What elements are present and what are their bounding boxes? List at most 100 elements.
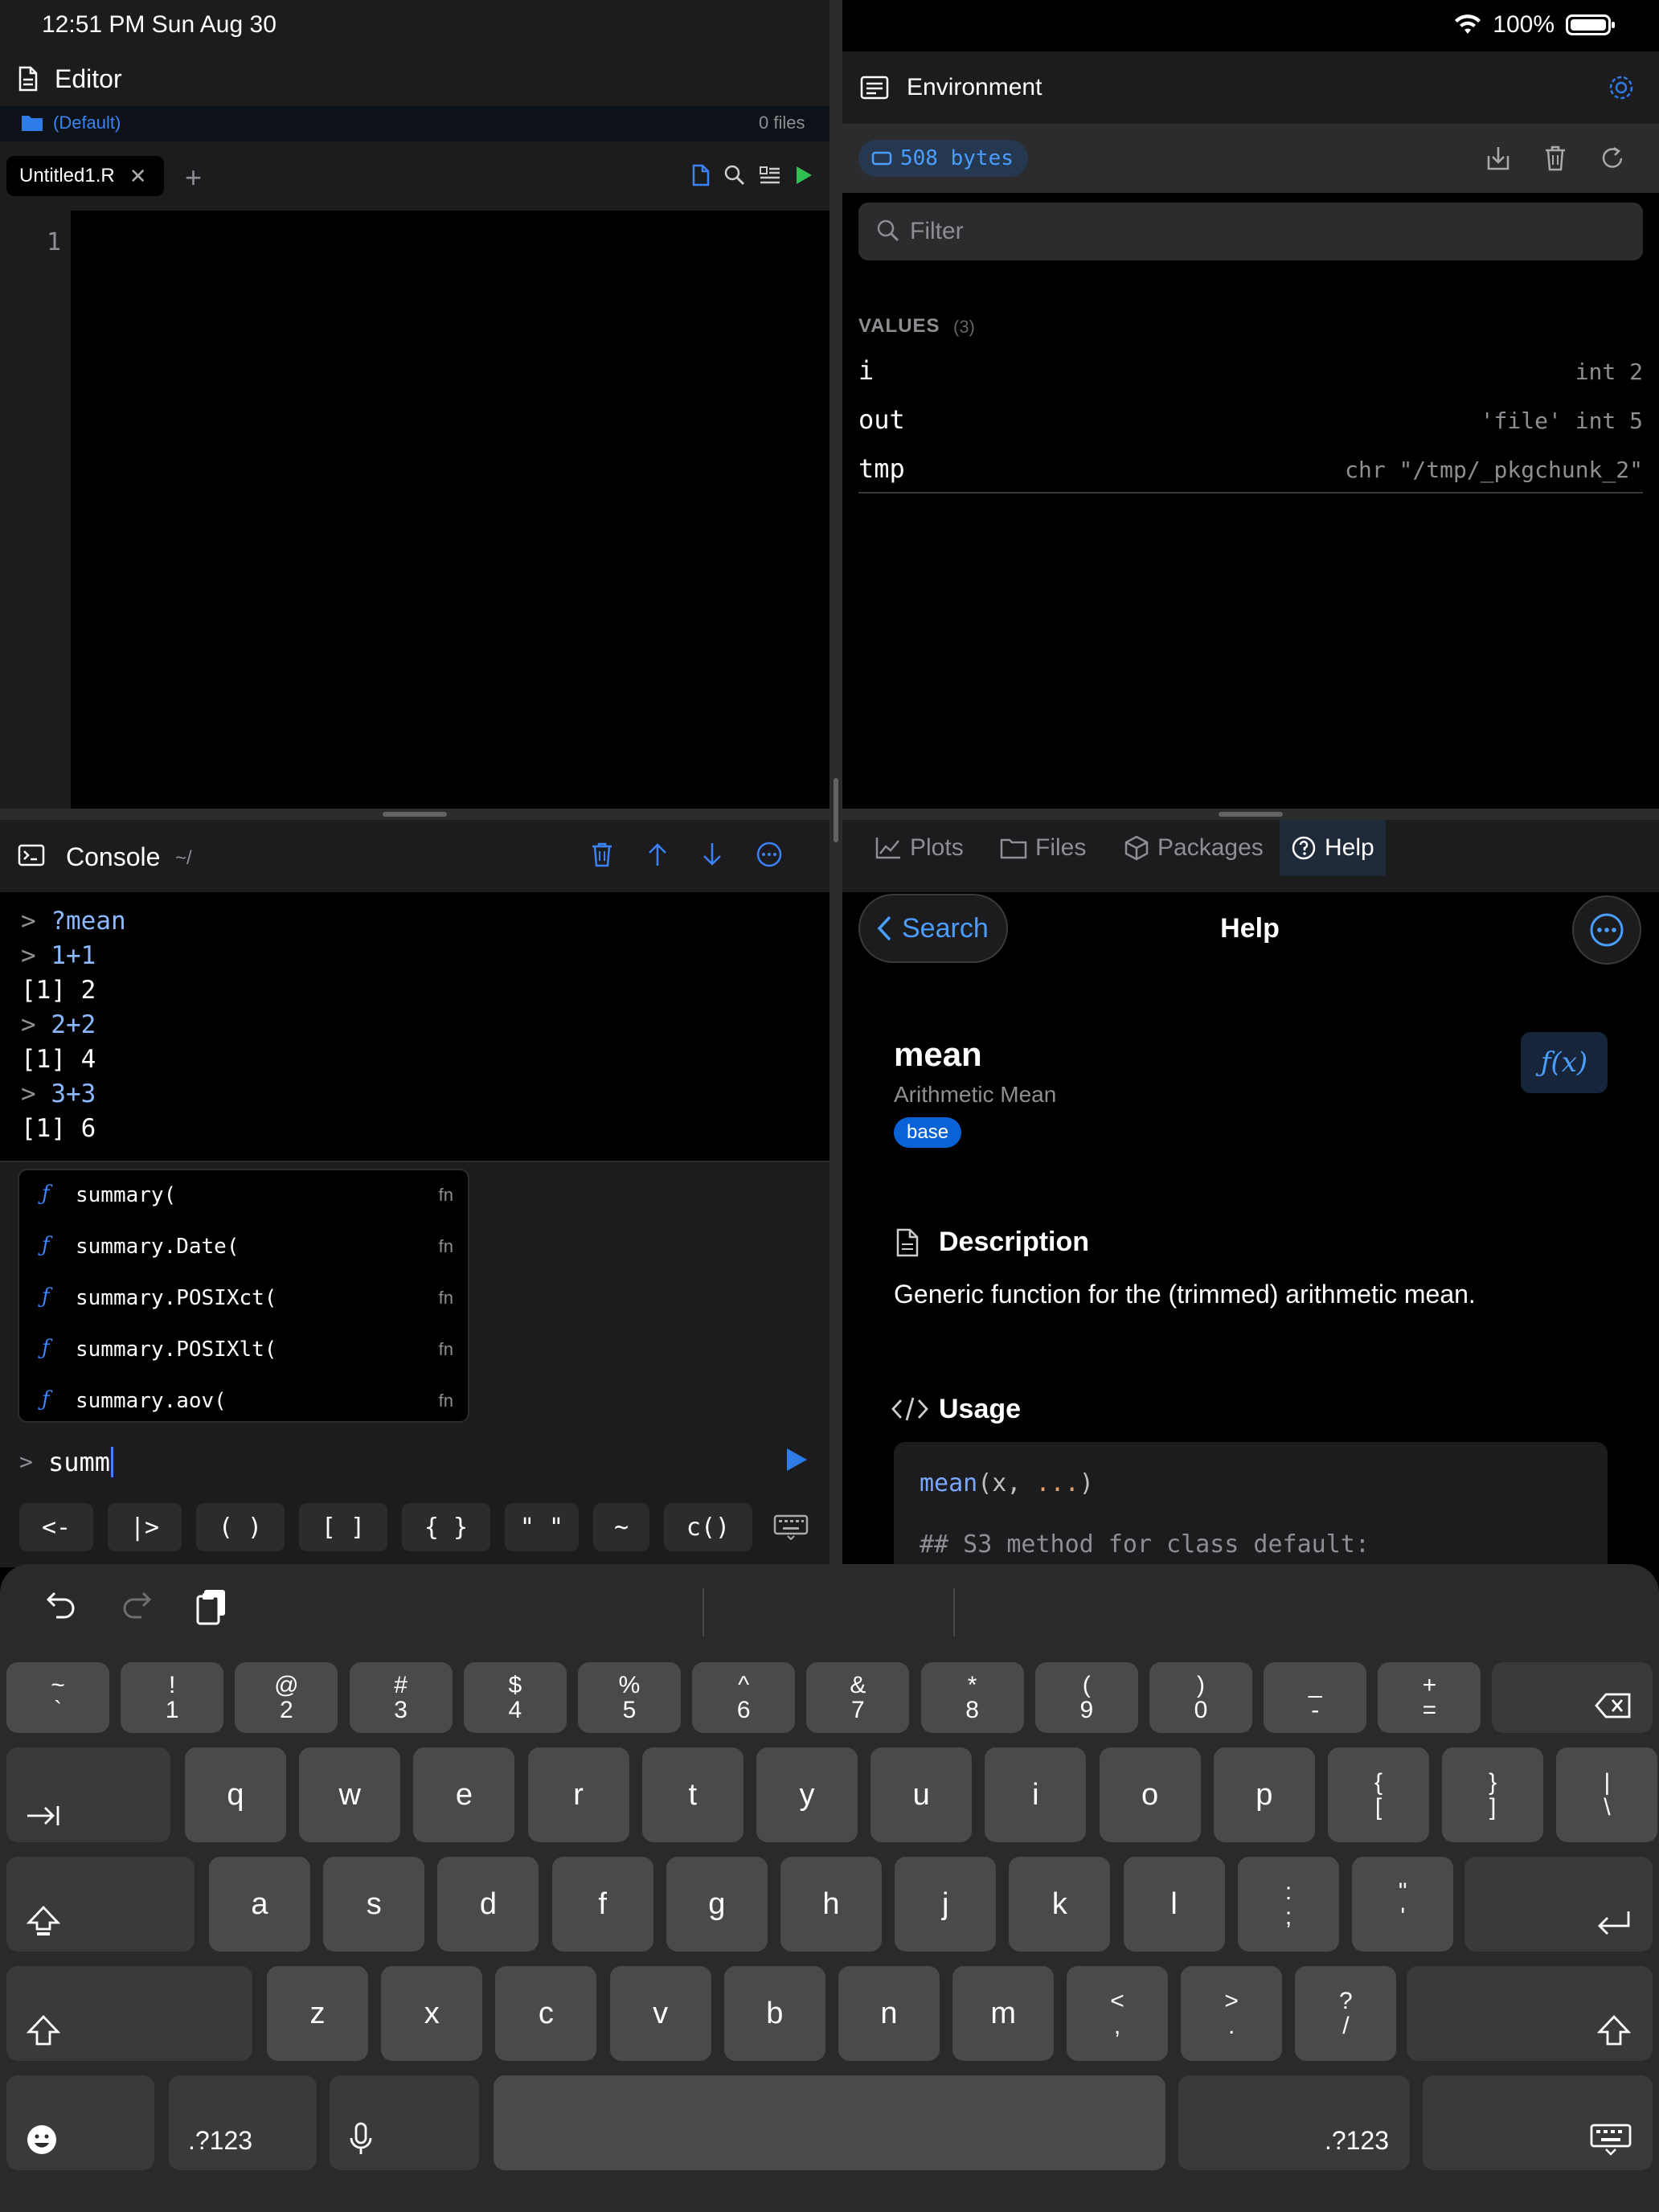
key-g[interactable]: g [666,1857,768,1952]
key-\[interactable]: | \ [1556,1747,1658,1842]
key-5[interactable]: % 5 [578,1662,681,1733]
shift-key-right[interactable] [1407,1966,1653,2061]
code-editor[interactable] [0,211,830,809]
key-t[interactable]: t [641,1747,743,1842]
numbers-key-left[interactable]: .?123 [169,2075,317,2170]
autocomplete-item[interactable]: ƒ summary.POSIXct(fn [19,1273,468,1325]
key-6[interactable]: ^ 6 [692,1662,796,1733]
arrow-up-icon[interactable] [646,842,669,867]
key-i[interactable]: i [985,1747,1087,1842]
snippet-quotes[interactable]: " " [505,1503,579,1551]
key-7[interactable]: & 7 [806,1662,910,1733]
key-w[interactable]: w [299,1747,401,1842]
undo-icon[interactable] [45,1590,77,1619]
key-x[interactable]: x [381,1966,483,2061]
key--[interactable]: _ - [1264,1662,1367,1733]
key-`[interactable]: ~ ` [6,1662,109,1733]
right-splitter-handle[interactable] [1219,812,1283,817]
caps-lock-key[interactable] [6,1857,195,1952]
close-icon[interactable]: ✕ [129,164,147,189]
key-p[interactable]: p [1213,1747,1315,1842]
run-icon[interactable] [784,1447,809,1473]
snippet-c[interactable]: c() [664,1503,752,1551]
key-punct[interactable]: >. [1181,1966,1283,2061]
tab-packages[interactable]: Packages [1112,820,1275,876]
trash-icon[interactable] [590,842,614,867]
key-3[interactable]: #3 [349,1662,453,1733]
key-punct[interactable]: :; [1238,1857,1339,1952]
env-row[interactable]: tmp chr "/tmp/_pkgchunk_2" [858,445,1643,495]
key-s[interactable]: s [323,1857,425,1952]
autocomplete-item[interactable]: ƒ summary(fn [19,1170,468,1222]
tab-help[interactable]: Help [1280,820,1386,876]
key-k[interactable]: k [1009,1857,1111,1952]
key-[[interactable]: {[ [1328,1747,1429,1842]
snippet-parens[interactable]: ( ) [196,1503,285,1551]
refresh-icon[interactable] [1600,145,1625,172]
dictation-key[interactable] [330,2075,479,2170]
key-=[interactable]: + = [1378,1662,1481,1733]
format-icon[interactable] [759,164,781,186]
snippet-brackets[interactable]: [ ] [299,1503,387,1551]
key-j[interactable]: j [895,1857,997,1952]
key-0[interactable]: ) 0 [1149,1662,1252,1733]
snippet-tilde[interactable]: ~ [593,1503,649,1551]
key-h[interactable]: h [780,1857,882,1952]
emoji-key[interactable] [6,2075,154,2170]
env-row[interactable]: i int 2 [858,347,1643,397]
key-f[interactable]: f [551,1857,653,1952]
tab-plots[interactable]: Plots [863,820,975,876]
new-file-icon[interactable] [691,164,711,186]
back-button[interactable]: Search [858,894,1008,963]
key-z[interactable]: z [267,1966,368,2061]
key-8[interactable]: * 8 [920,1662,1024,1733]
add-tab-button[interactable]: + [185,161,202,195]
key-n[interactable]: n [838,1966,940,2061]
left-splitter-handle[interactable] [383,812,447,817]
gear-icon[interactable] [1608,74,1635,101]
run-icon[interactable] [794,165,813,186]
key-2[interactable]: @2 [235,1662,338,1733]
numbers-key-right[interactable]: .?123 [1178,2075,1410,2170]
space-key[interactable] [494,2075,1165,2170]
clipboard-icon[interactable] [196,1588,227,1625]
tab-files[interactable]: Files [989,820,1097,876]
key-1[interactable]: ! 1 [121,1662,224,1733]
key-r[interactable]: r [527,1747,629,1842]
key-d[interactable]: d [437,1857,539,1952]
key-][interactable]: }] [1442,1747,1544,1842]
tab-key[interactable] [6,1747,170,1842]
key-punct[interactable]: <, [1067,1966,1168,2061]
key-a[interactable]: a [209,1857,310,1952]
key-9[interactable]: (9 [1034,1662,1138,1733]
snippet-assign[interactable]: <- [19,1503,93,1551]
autocomplete-item[interactable]: ƒ summary.aov(fn [19,1376,468,1428]
key-u[interactable]: u [870,1747,973,1842]
snippet-pipe[interactable]: |> [108,1503,182,1551]
tab-untitled1[interactable]: Untitled1.R ✕ [6,156,164,196]
env-row[interactable]: out'file' int 5 [858,396,1643,446]
snippet-braces[interactable]: { } [402,1503,490,1551]
redo-icon[interactable] [121,1590,153,1619]
search-icon[interactable] [723,164,746,186]
import-icon[interactable] [1485,145,1511,172]
key-c[interactable]: c [495,1966,597,2061]
key-v[interactable]: v [609,1966,711,2061]
keyboard-icon[interactable] [773,1514,809,1540]
vertical-splitter-handle[interactable] [834,778,838,842]
more-icon[interactable] [756,841,783,868]
trash-icon[interactable] [1543,145,1567,172]
console-input[interactable]: summ [48,1447,110,1477]
hide-keyboard-key[interactable] [1423,2075,1653,2170]
project-name[interactable]: (Default) [53,113,121,133]
return-key[interactable] [1464,1857,1653,1952]
delete-key[interactable] [1492,1662,1653,1733]
package-badge[interactable]: base [894,1117,962,1148]
project-bar[interactable] [0,106,830,141]
key-e[interactable]: e [413,1747,515,1842]
key-m[interactable]: m [952,1966,1055,2061]
more-button[interactable] [1572,895,1641,965]
key-punct[interactable]: ? / [1295,1966,1397,2061]
key-punct[interactable]: " ' [1352,1857,1454,1952]
key-o[interactable]: o [1099,1747,1201,1842]
